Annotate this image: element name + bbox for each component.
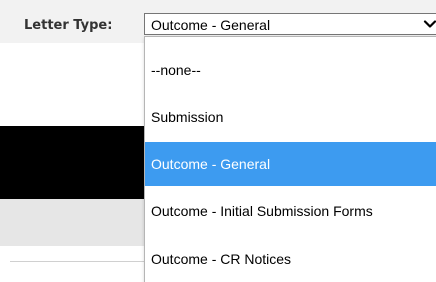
letter-type-selected-value: Outcome - General — [151, 17, 271, 33]
option-outcome-initial-submission-forms[interactable]: Outcome - Initial Submission Forms — [145, 189, 436, 233]
letter-type-label: Letter Type: — [24, 18, 113, 33]
letter-type-select[interactable]: Outcome - General — [144, 13, 436, 35]
chevron-down-icon — [423, 20, 436, 28]
option-none[interactable]: --none-- — [145, 48, 436, 92]
option-outcome-general[interactable]: Outcome - General — [145, 142, 436, 186]
option-outcome-cr-notices[interactable]: Outcome - CR Notices — [145, 237, 436, 281]
dark-panel — [0, 126, 150, 199]
letter-type-dropdown-list: --none-- Submission Outcome - General Ou… — [144, 36, 436, 282]
option-submission[interactable]: Submission — [145, 95, 436, 139]
letter-form: Letter Type: Outcome - General --none-- … — [0, 0, 436, 282]
